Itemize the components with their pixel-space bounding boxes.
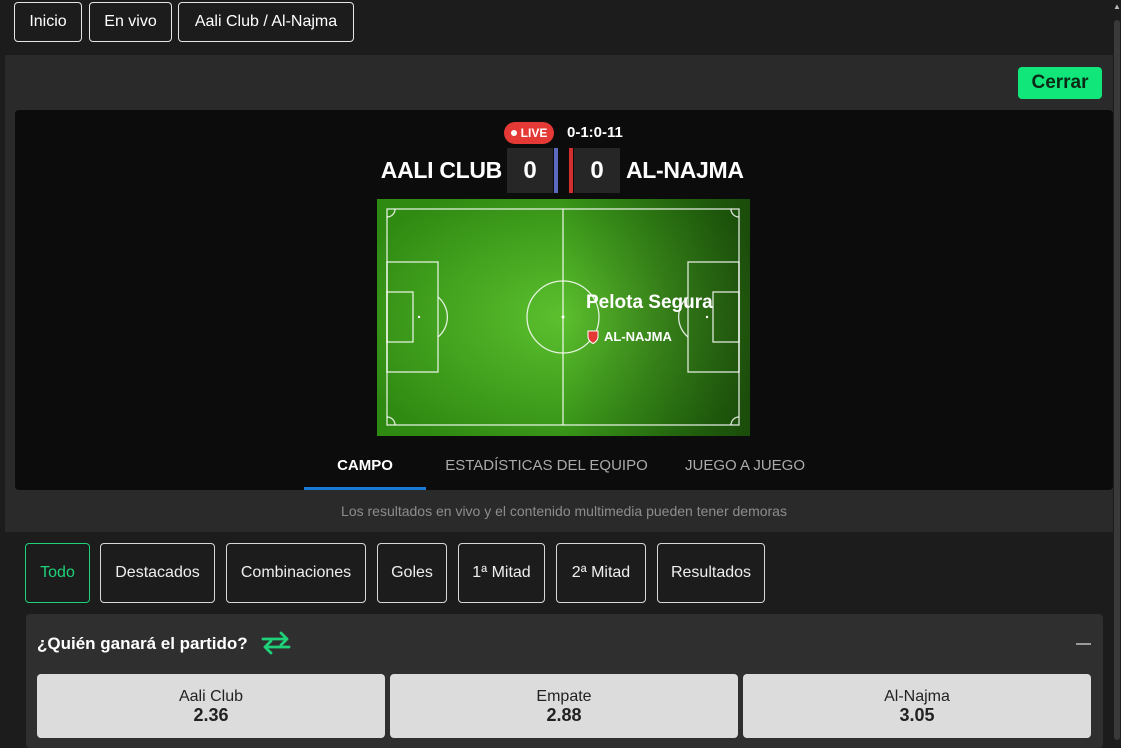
filter-resultados[interactable]: Resultados <box>657 543 765 603</box>
live-disclaimer: Los resultados en vivo y el contenido mu… <box>341 503 787 519</box>
away-color-bar <box>569 148 573 193</box>
shield-icon <box>587 330 599 344</box>
swap-arrows-icon[interactable] <box>259 630 293 656</box>
tab-campo[interactable]: CAMPO <box>304 457 426 491</box>
filter-segunda-mitad[interactable]: 2ª Mitad <box>556 543 646 603</box>
pitch-event-team: AL-NAJMA <box>587 329 672 344</box>
collapse-icon[interactable] <box>1076 643 1091 645</box>
scroll-up-icon[interactable]: ▲ <box>1113 2 1121 12</box>
market-title: ¿Quién ganará el partido? <box>37 634 248 653</box>
home-color-bar <box>554 148 558 193</box>
filter-destacados[interactable]: Destacados <box>100 543 215 603</box>
away-team-name: AL-NAJMA <box>626 157 744 183</box>
odds-value: 2.88 <box>546 705 582 725</box>
odds-value: 2.36 <box>193 705 229 725</box>
live-badge: LIVE <box>504 122 554 144</box>
odds-label: Empate <box>536 688 592 705</box>
pitch-lines <box>377 199 750 436</box>
pitch-event-team-label: AL-NAJMA <box>604 329 672 344</box>
odds-label: Aali Club <box>178 688 244 705</box>
filter-todo[interactable]: Todo <box>25 543 90 603</box>
breadcrumb-inicio[interactable]: Inicio <box>14 2 82 42</box>
active-tab-indicator <box>304 487 426 490</box>
odds-button-away[interactable]: Al-Najma 3.05 <box>743 674 1091 738</box>
away-score: 0 <box>574 148 620 193</box>
home-team-name: AALI CLUB <box>380 157 503 183</box>
scrollbar-thumb[interactable] <box>1114 20 1120 740</box>
breadcrumb-match[interactable]: Aali Club / Al-Najma <box>178 2 354 42</box>
filter-primera-mitad[interactable]: 1ª Mitad <box>458 543 545 603</box>
home-score: 0 <box>507 148 553 193</box>
tab-juego-a-juego[interactable]: JUEGO A JUEGO <box>672 457 818 491</box>
live-label: LIVE <box>520 126 548 140</box>
odds-value: 3.05 <box>899 705 935 725</box>
odds-label: Al-Najma <box>884 688 950 705</box>
close-button[interactable]: Cerrar <box>1018 67 1102 99</box>
odds-button-draw[interactable]: Empate 2.88 <box>390 674 738 738</box>
live-dot-icon <box>510 130 517 136</box>
tab-estadisticas[interactable]: ESTADÍSTICAS DEL EQUIPO <box>438 457 655 491</box>
filter-combinaciones[interactable]: Combinaciones <box>226 543 366 603</box>
filter-goles[interactable]: Goles <box>377 543 447 603</box>
breadcrumb-en-vivo[interactable]: En vivo <box>89 2 172 42</box>
pitch <box>377 199 750 436</box>
odds-button-home[interactable]: Aali Club 2.36 <box>37 674 385 738</box>
match-clock: 0-1:0-11 <box>567 124 623 141</box>
pitch-event-title: Pelota Segura <box>586 292 713 313</box>
